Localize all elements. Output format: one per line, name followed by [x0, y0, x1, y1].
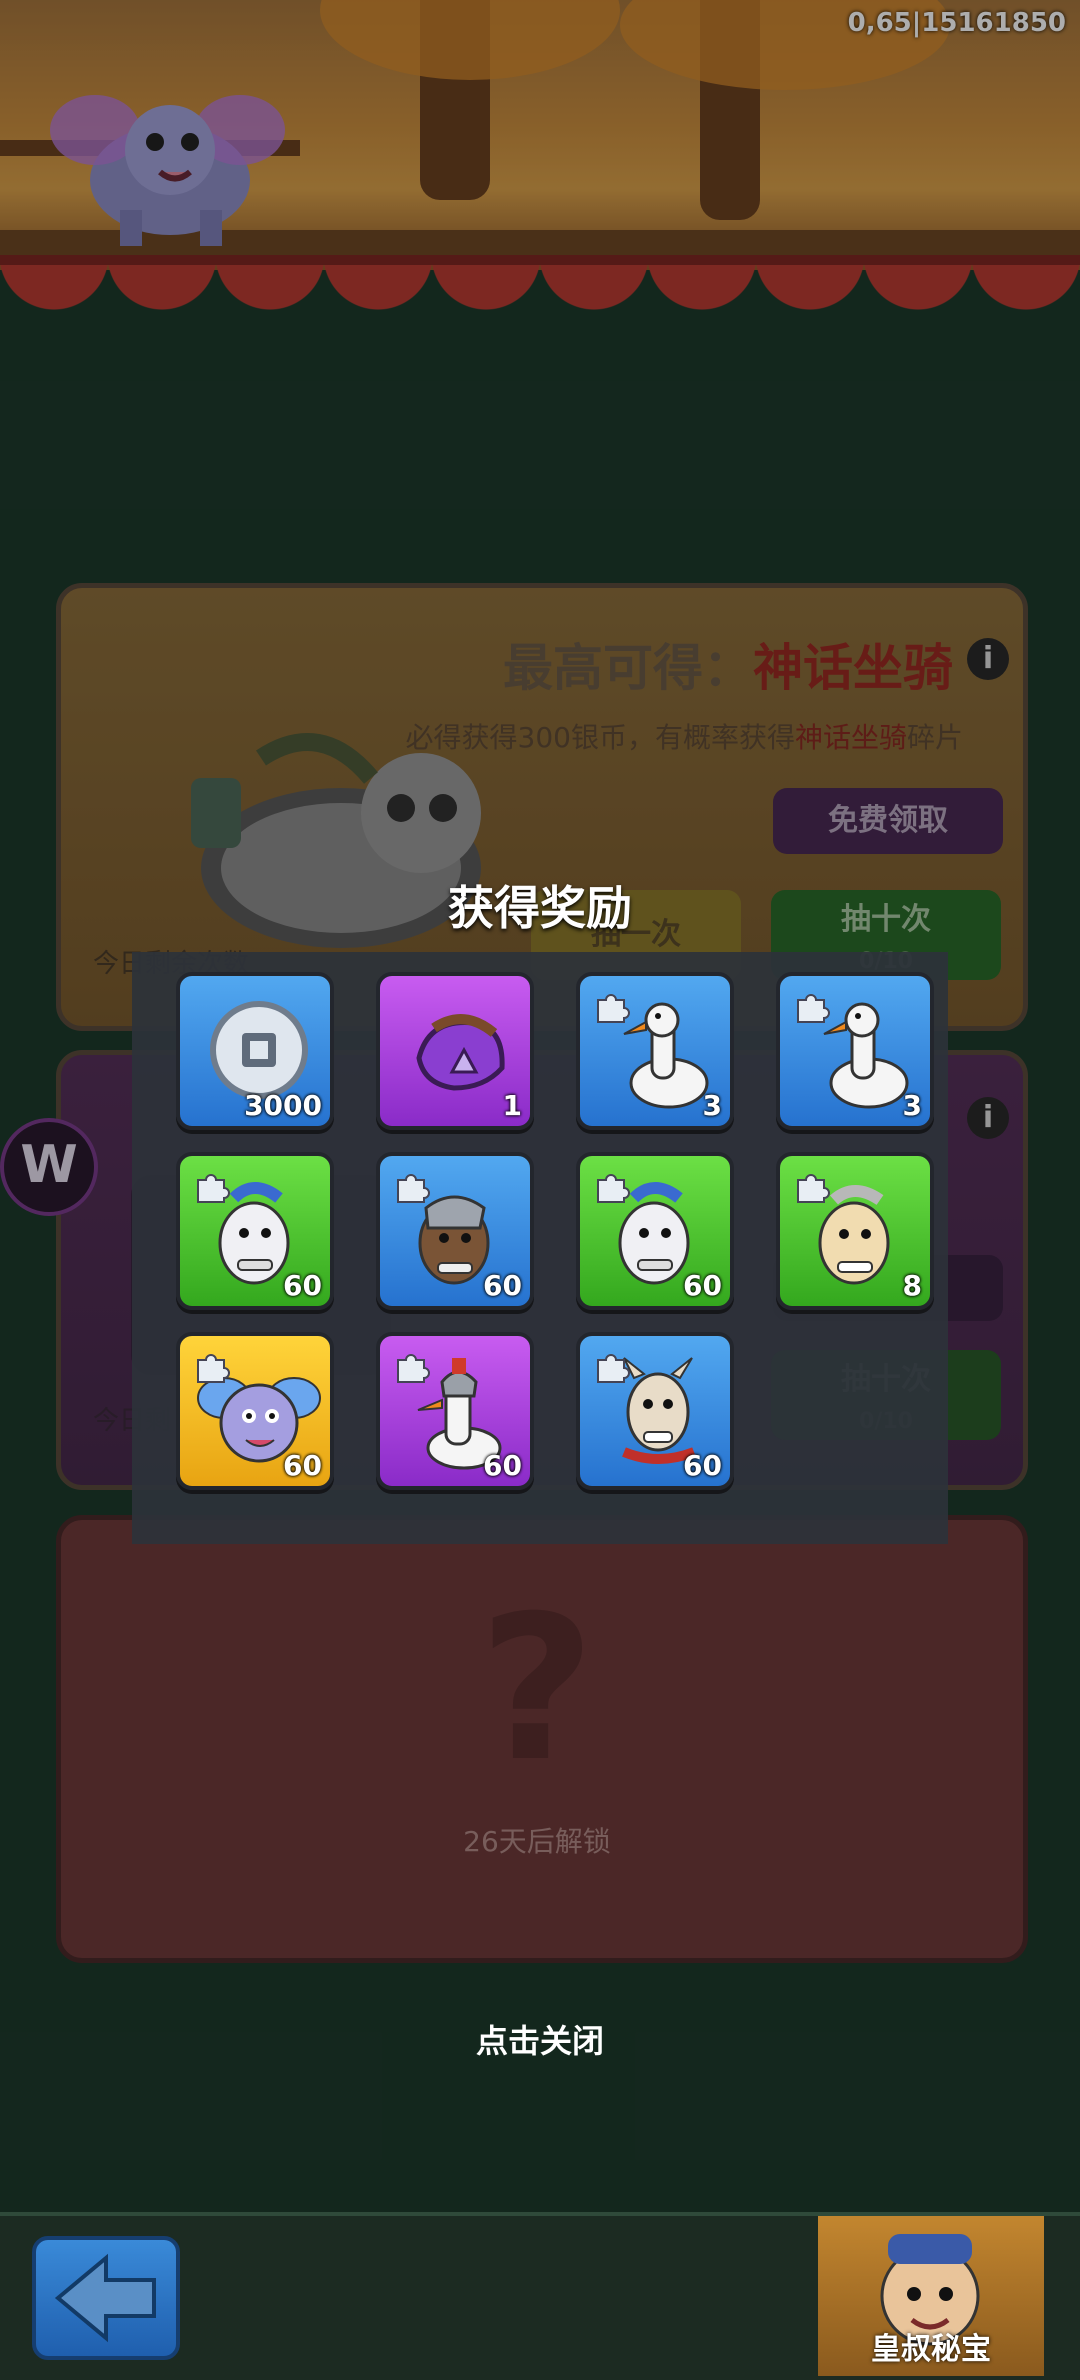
- puzzle-fragment-icon: [797, 994, 830, 1023]
- reward-item[interactable]: 3: [576, 972, 734, 1130]
- puzzle-fragment-icon: [397, 1354, 430, 1383]
- reward-count: 8: [902, 1269, 922, 1302]
- reward-item[interactable]: 1: [376, 972, 534, 1130]
- back-button[interactable]: [32, 2236, 180, 2360]
- reward-count: 60: [483, 1449, 522, 1482]
- reward-panel: 3000 1 3 3 60 60 60 8 60 60 60: [132, 952, 948, 1544]
- puzzle-fragment-icon: [597, 994, 630, 1023]
- reward-item[interactable]: 3: [776, 972, 934, 1130]
- reward-item[interactable]: 60: [176, 1152, 334, 1310]
- reward-item[interactable]: 3000: [176, 972, 334, 1130]
- reward-count: 3: [702, 1089, 722, 1122]
- reward-item[interactable]: 60: [176, 1332, 334, 1490]
- reward-count: 1: [502, 1089, 522, 1122]
- reward-count: 60: [683, 1449, 722, 1482]
- tap-to-close-hint[interactable]: 点击关闭: [0, 2016, 1080, 2062]
- reward-count: 3: [902, 1089, 922, 1122]
- back-arrow-icon: [54, 2253, 156, 2343]
- reward-item[interactable]: 60: [576, 1152, 734, 1310]
- puzzle-fragment-icon: [197, 1174, 230, 1203]
- puzzle-fragment-icon: [197, 1354, 230, 1383]
- reward-count: 3000: [244, 1089, 322, 1122]
- royal-treasure-label: 皇叔秘宝: [871, 2332, 991, 2367]
- reward-item[interactable]: 60: [376, 1152, 534, 1310]
- reward-item[interactable]: 8: [776, 1152, 934, 1310]
- puzzle-fragment-icon: [797, 1174, 830, 1203]
- puzzle-fragment-icon: [397, 1174, 430, 1203]
- reward-count: 60: [483, 1269, 522, 1302]
- reward-title: 获得奖励: [448, 881, 632, 935]
- puzzle-fragment-icon: [597, 1354, 630, 1383]
- puzzle-fragment-icon: [597, 1174, 630, 1203]
- reward-count: 60: [283, 1269, 322, 1302]
- reward-item[interactable]: 60: [576, 1332, 734, 1490]
- reward-item[interactable]: 60: [376, 1332, 534, 1490]
- reward-count: 60: [283, 1449, 322, 1482]
- reward-count: 60: [683, 1269, 722, 1302]
